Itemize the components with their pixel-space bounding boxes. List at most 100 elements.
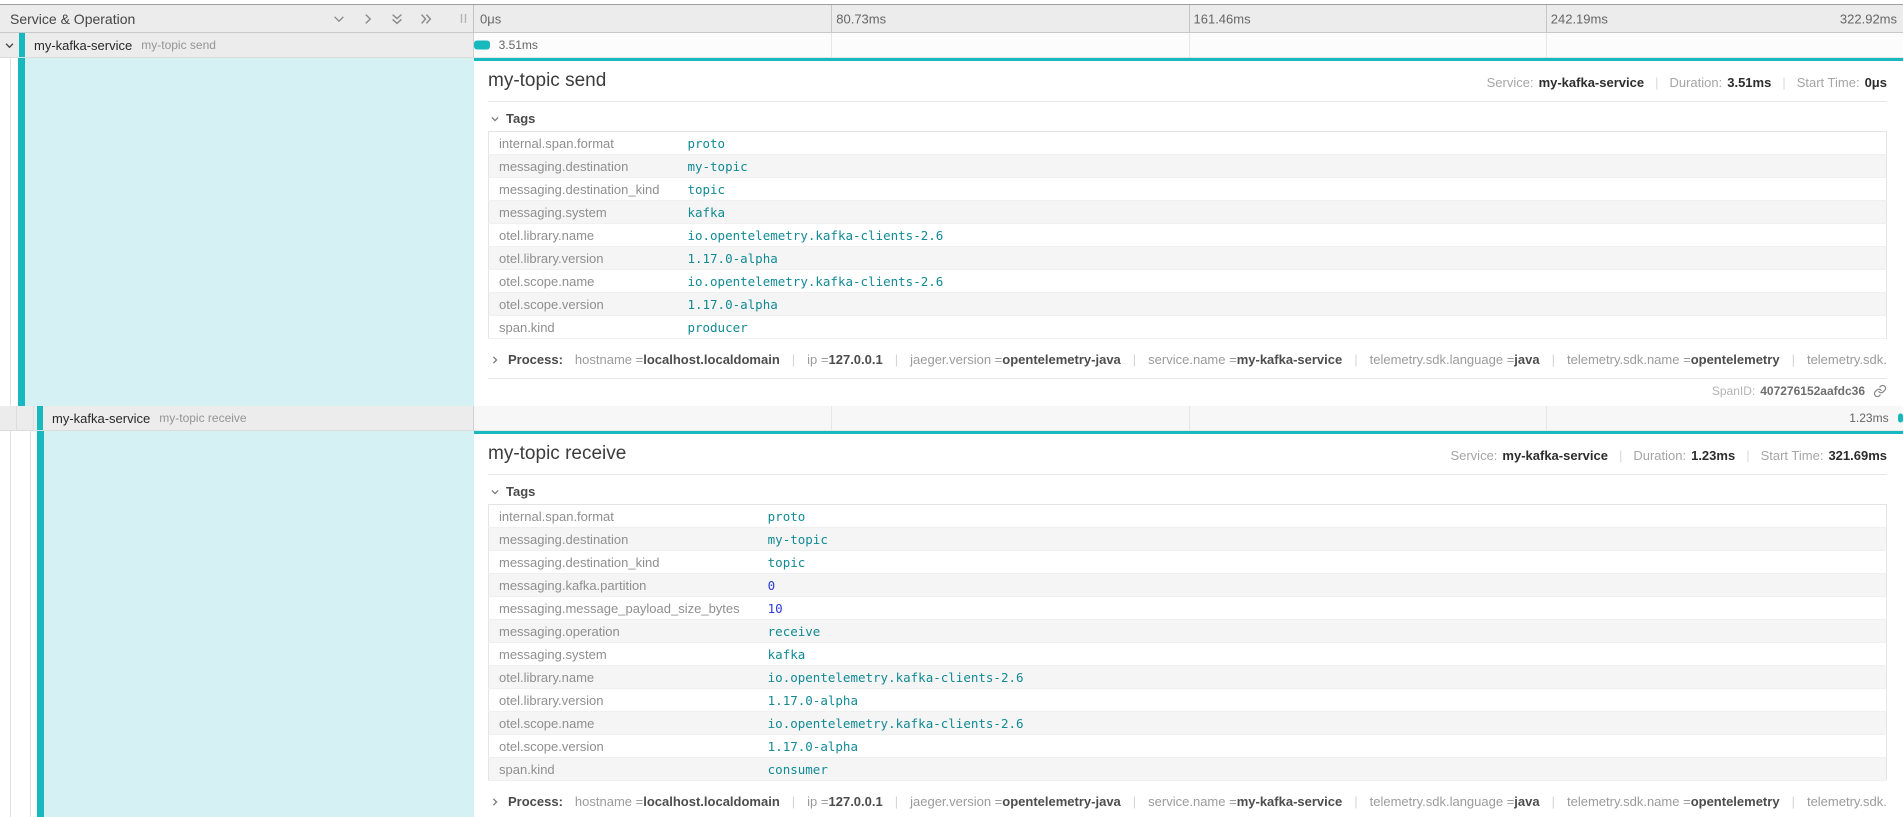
process-attribute: telemetry.sdk.version1.17.0: [1780, 352, 1887, 367]
deep-link-icon[interactable]: [1873, 384, 1887, 398]
tag-value: io.opentelemetry.kafka-clients-2.6: [677, 224, 1886, 247]
tag-value: my-topic: [677, 155, 1886, 178]
process-attribute-value: my-kafka-service: [1237, 352, 1343, 367]
span-timeline-receive[interactable]: 1.23ms: [474, 406, 1903, 431]
tag-row[interactable]: messaging.message_payload_size_bytes 10: [489, 597, 1887, 620]
tag-value: topic: [677, 178, 1886, 201]
tag-row[interactable]: otel.library.version 1.17.0-alpha: [489, 689, 1887, 712]
indent-cell: [0, 406, 17, 430]
tag-value: consumer: [758, 758, 1887, 781]
tag-row[interactable]: otel.scope.name io.opentelemetry.kafka-c…: [489, 270, 1887, 293]
start-time-label: Start Time:: [1797, 75, 1860, 90]
meta-separator: |: [1655, 75, 1658, 90]
process-attribute-key: ip: [807, 352, 828, 367]
span-detail-title: my-topic send: [488, 70, 606, 92]
tag-value: proto: [677, 132, 1886, 155]
process-accordion-header[interactable]: Process: hostnamelocalhost.localdomain i…: [488, 794, 1887, 809]
tag-value: 1.17.0-alpha: [758, 735, 1887, 758]
span-detail-header: my-topic send Service: my-kafka-service …: [488, 70, 1887, 102]
tag-row[interactable]: messaging.kafka.partition 0: [489, 574, 1887, 597]
timeline-ruler[interactable]: 0μs 80.73ms 161.46ms 242.19ms 322.92ms: [474, 5, 1903, 32]
tags-accordion-header[interactable]: Tags: [490, 484, 1887, 499]
tag-row[interactable]: messaging.system kafka: [489, 643, 1887, 666]
collapse-one-level-icon[interactable]: [332, 12, 346, 26]
process-attribute-key: jaeger.version: [910, 794, 1002, 809]
span-timeline-send[interactable]: 3.51ms: [474, 33, 1903, 58]
tag-key: messaging.kafka.partition: [489, 574, 758, 597]
process-attribute-value: my-kafka-service: [1237, 794, 1343, 809]
expand-one-level-icon[interactable]: [361, 12, 375, 26]
meta-separator: |: [1619, 448, 1622, 463]
indent-guide: [30, 431, 31, 817]
process-attribute-key: service.name: [1148, 794, 1237, 809]
ruler-tick-4: 322.92ms: [1840, 11, 1897, 26]
process-attributes: hostnamelocalhost.localdomain ip127.0.0.…: [575, 794, 1887, 809]
span-name-cell-receive[interactable]: my-kafka-service my-topic receive: [0, 406, 474, 431]
ruler-gridline-75: [1546, 5, 1547, 32]
tag-value: 0: [758, 574, 1887, 597]
tag-key: messaging.operation: [489, 620, 758, 643]
selected-span-highlight: [44, 431, 474, 817]
process-attribute-value: localhost.localdomain: [643, 352, 780, 367]
process-attribute-value: 127.0.0.1: [829, 794, 883, 809]
row-gridline: [831, 33, 832, 57]
process-attribute: telemetry.sdk.nameopentelemetry: [1540, 794, 1780, 809]
tag-row[interactable]: messaging.system kafka: [489, 201, 1887, 224]
span-row-receive[interactable]: my-kafka-service my-topic receive 1.23ms: [0, 406, 1903, 431]
span-name-cell-send[interactable]: my-kafka-service my-topic send: [0, 33, 474, 58]
start-time-label: Start Time:: [1761, 448, 1824, 463]
process-attributes: hostnamelocalhost.localdomain ip127.0.0.…: [575, 352, 1887, 367]
span-row-send[interactable]: my-kafka-service my-topic send 3.51ms: [0, 33, 1903, 58]
tag-value: 10: [758, 597, 1887, 620]
span-detail-meta: Service: my-kafka-service | Duration: 1.…: [1450, 448, 1887, 465]
span-collapse-chevron-icon[interactable]: [0, 40, 19, 51]
tag-row[interactable]: otel.scope.name io.opentelemetry.kafka-c…: [489, 712, 1887, 735]
service-operation-header: Service & Operation: [0, 5, 474, 32]
tag-row[interactable]: otel.scope.version 1.17.0-alpha: [489, 293, 1887, 316]
tags-table: internal.span.format proto messaging.des…: [488, 504, 1887, 781]
tag-key: messaging.destination_kind: [489, 178, 678, 201]
tag-row[interactable]: otel.library.name io.opentelemetry.kafka…: [489, 666, 1887, 689]
ruler-tick-1: 80.73ms: [836, 11, 886, 26]
duration-value: 3.51ms: [1727, 75, 1771, 90]
service-operation-title: Service & Operation: [10, 11, 135, 27]
tag-row[interactable]: messaging.destination my-topic: [489, 528, 1887, 551]
tag-row[interactable]: otel.library.name io.opentelemetry.kafka…: [489, 224, 1887, 247]
span-detail-meta: Service: my-kafka-service | Duration: 3.…: [1487, 75, 1887, 92]
tag-row[interactable]: messaging.operation receive: [489, 620, 1887, 643]
tag-value: 1.17.0-alpha: [677, 247, 1886, 270]
tag-row[interactable]: otel.scope.version 1.17.0-alpha: [489, 735, 1887, 758]
tag-row[interactable]: span.kind producer: [489, 316, 1887, 339]
chevron-down-icon: [490, 487, 500, 497]
span-bar-1-label: 3.51ms: [499, 38, 538, 52]
span-detail-header: my-topic receive Service: my-kafka-servi…: [488, 443, 1887, 475]
span-bar-1[interactable]: [474, 41, 490, 50]
tags-accordion-header[interactable]: Tags: [490, 111, 1887, 126]
tag-row[interactable]: messaging.destination_kind topic: [489, 178, 1887, 201]
tag-row[interactable]: messaging.destination my-topic: [489, 155, 1887, 178]
tag-key: otel.library.name: [489, 666, 758, 689]
tag-row[interactable]: otel.library.version 1.17.0-alpha: [489, 247, 1887, 270]
span-bar-2[interactable]: [1898, 414, 1903, 423]
process-accordion-header[interactable]: Process: hostnamelocalhost.localdomain i…: [488, 352, 1887, 367]
collapse-all-icon[interactable]: [390, 12, 404, 26]
tag-row[interactable]: internal.span.format proto: [489, 132, 1887, 155]
tag-row[interactable]: messaging.destination_kind topic: [489, 551, 1887, 574]
span-detail-footer: SpanID: 407276152aafdc36: [488, 378, 1887, 398]
column-resizer-grip[interactable]: [460, 13, 467, 24]
process-attribute-key: telemetry.sdk.language: [1370, 794, 1515, 809]
tag-row[interactable]: span.kind consumer: [489, 758, 1887, 781]
row-gridline: [1546, 406, 1547, 430]
chevron-right-icon: [490, 355, 500, 365]
span-detail-panel-send: my-topic send Service: my-kafka-service …: [474, 58, 1903, 406]
span-detail-panel-receive: my-topic receive Service: my-kafka-servi…: [474, 431, 1903, 817]
expand-all-icon[interactable]: [419, 12, 433, 26]
tag-row[interactable]: internal.span.format proto: [489, 505, 1887, 528]
process-attribute-value: java: [1514, 352, 1539, 367]
tag-key: otel.scope.version: [489, 293, 678, 316]
tag-key: otel.library.name: [489, 224, 678, 247]
ruler-gridline-25: [831, 5, 832, 32]
tag-value: 1.17.0-alpha: [677, 293, 1886, 316]
selected-span-highlight: [25, 58, 474, 406]
duration-label: Duration:: [1633, 448, 1686, 463]
